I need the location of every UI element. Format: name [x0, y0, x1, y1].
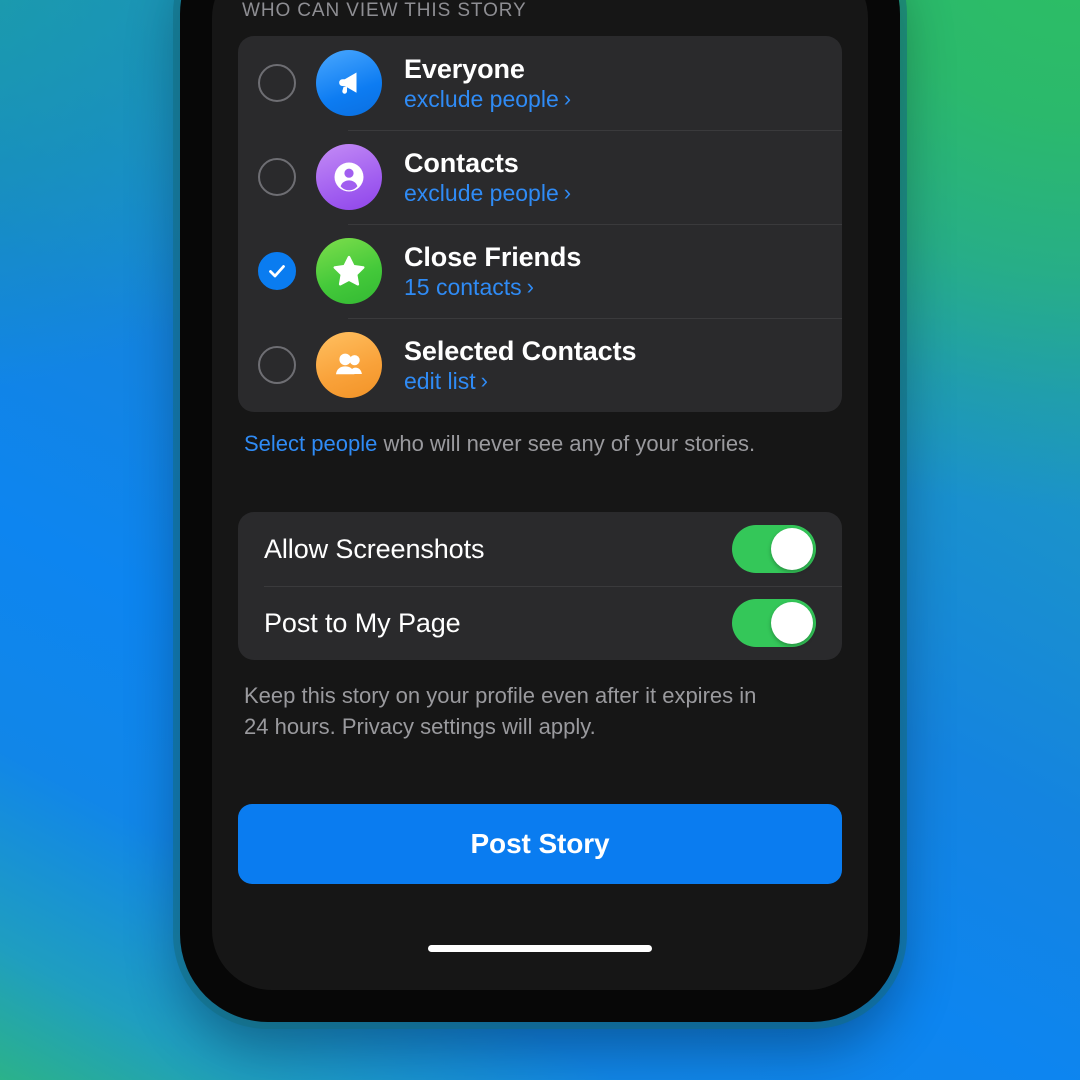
audience-subtitle: 15 contacts — [404, 273, 522, 300]
star-icon — [316, 238, 382, 304]
phone-screen: WHO CAN VIEW THIS STORY Everyone exclude… — [212, 0, 868, 990]
radio-close-friends[interactable] — [258, 252, 296, 290]
select-people-link[interactable]: Select people — [244, 431, 377, 456]
radio-everyone[interactable] — [258, 64, 296, 102]
toggle-label-post-to-my-page: Post to My Page — [264, 607, 461, 638]
home-indicator[interactable] — [428, 945, 652, 952]
audience-action-link[interactable]: 15 contacts › — [404, 274, 581, 300]
chevron-right-icon: › — [526, 274, 534, 300]
chevron-right-icon: › — [563, 180, 572, 206]
chevron-right-icon: › — [480, 368, 488, 394]
chevron-right-icon: › — [563, 86, 572, 112]
audience-title: Contacts — [404, 147, 519, 178]
audience-text-selected-contacts: Selected Contacts edit list › — [404, 336, 636, 395]
switch-allow-screenshots[interactable] — [732, 525, 816, 574]
audience-subtitle: exclude people — [404, 85, 559, 112]
story-options-explanation: Keep this story on your profile even aft… — [244, 683, 757, 739]
people-group-icon — [316, 332, 382, 398]
audience-row-contacts[interactable]: Contacts exclude people › — [238, 130, 842, 224]
audience-subtitle: edit list — [404, 367, 476, 394]
section-header-who-can-view: WHO CAN VIEW THIS STORY — [242, 0, 527, 21]
audience-footnote-rest: who will never see any of your stories. — [377, 431, 756, 456]
switch-knob — [771, 602, 813, 645]
post-story-button[interactable]: Post Story — [238, 804, 842, 884]
audience-options-card: Everyone exclude people › Contacts exclu… — [238, 36, 842, 412]
audience-title: Selected Contacts — [404, 335, 637, 366]
toggle-row-allow-screenshots[interactable]: Allow Screenshots — [238, 512, 842, 586]
audience-text-close-friends: Close Friends 15 contacts › — [404, 242, 581, 301]
phone-device-frame: WHO CAN VIEW THIS STORY Everyone exclude… — [180, 0, 900, 1022]
audience-text-everyone: Everyone exclude people › — [404, 54, 571, 113]
megaphone-icon — [316, 50, 382, 116]
radio-selected-contacts[interactable] — [258, 346, 296, 384]
audience-action-link[interactable]: edit list › — [404, 368, 636, 394]
audience-action-link[interactable]: exclude people › — [404, 86, 571, 112]
toggle-label-allow-screenshots: Allow Screenshots — [264, 533, 485, 564]
audience-row-selected-contacts[interactable]: Selected Contacts edit list › — [238, 318, 842, 412]
audience-row-close-friends[interactable]: Close Friends 15 contacts › — [238, 224, 842, 318]
person-circle-icon — [316, 144, 382, 210]
story-options-card: Allow Screenshots Post to My Page — [238, 512, 842, 661]
audience-subtitle: exclude people — [404, 179, 559, 206]
audience-text-contacts: Contacts exclude people › — [404, 148, 571, 207]
switch-post-to-my-page[interactable] — [732, 599, 816, 648]
audience-title: Close Friends — [404, 241, 582, 272]
audience-title: Everyone — [404, 53, 525, 84]
audience-footnote: Select people who will never see any of … — [238, 412, 842, 458]
audience-row-everyone[interactable]: Everyone exclude people › — [238, 36, 842, 130]
radio-contacts[interactable] — [258, 158, 296, 196]
switch-knob — [771, 528, 813, 571]
audience-action-link[interactable]: exclude people › — [404, 180, 571, 206]
toggle-row-post-to-my-page[interactable]: Post to My Page — [238, 586, 842, 660]
